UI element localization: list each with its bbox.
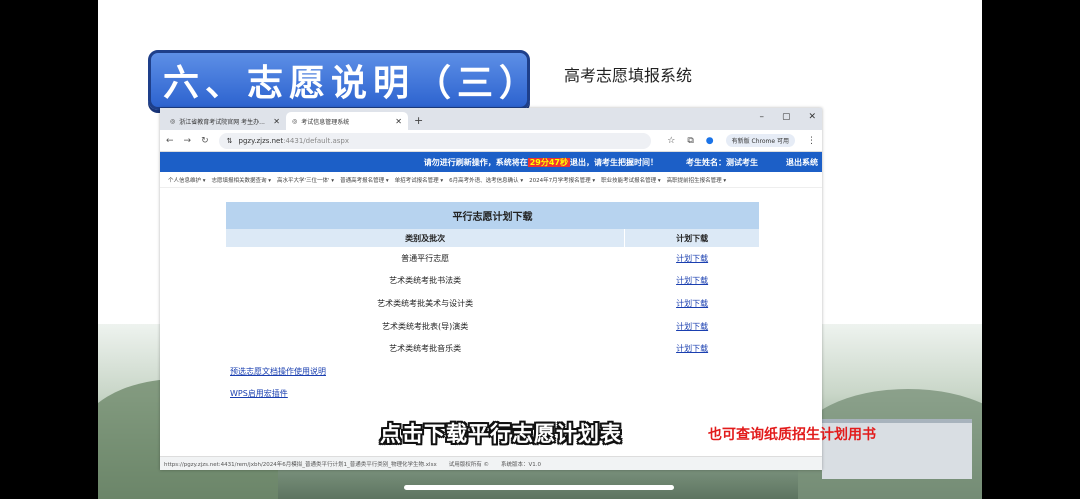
minimize-button[interactable]: – [759,112,764,122]
menu-kebab-icon[interactable]: ⋮ [807,136,816,146]
status-url: https://pgzy.zjzs.net:4431/rem/jxbh/2024… [164,461,437,468]
download-cell: 计划下载 [624,314,759,338]
forward-icon[interactable]: → [184,136,192,146]
download-link[interactable]: 计划下载 [676,344,708,353]
download-link[interactable]: 计划下载 [676,254,708,263]
category-cell: 艺术类统考批美术与设计类 [377,298,474,308]
site-info-icon[interactable]: ⇅ [227,137,233,145]
table-row: 艺术类统考批表(导)演类 计划下载 [226,314,759,338]
main-menu: 个人信息维护 ▾ 志愿填报相关数据查询 ▾ 高水平大学'三位一体' ▾ 普通高考… [160,172,822,188]
menu-item-data-query[interactable]: 志愿填报相关数据查询 ▾ [212,176,272,184]
table-row: 艺术类统考批美术与设计类 计划下载 [226,292,759,315]
url-field[interactable]: ⇅ pgzy.zjzs.net:4431/default.aspx [218,132,651,149]
tab-label: 考试信息管理系统 [301,118,350,126]
warning-text: 请勿进行刷新操作，系统将在 29分47秒 退出，请考生把握时间！ [423,157,658,167]
countdown-timer: 29分47秒 [527,157,570,167]
video-subtitle: 点击下载平行志愿计划表 [380,422,622,446]
candidate-name: 考生姓名：测试考生 [686,157,758,167]
menu-item-gaokao-registration[interactable]: 普通高考报名管理 ▾ [340,176,389,184]
plan-download-table: 平行志愿计划下载 类别及批次 计划下载 普通平行志愿 计划下载 艺术类统考批书法… [226,202,759,360]
globe-icon: ◎ [292,117,298,125]
new-tab-button[interactable]: + [408,114,429,130]
menu-item-vocational[interactable]: 职业技能考试报名管理 ▾ [601,176,661,184]
window-controls: – ▢ ✕ [759,112,816,122]
maximize-button[interactable]: ▢ [782,112,791,122]
session-warning-bar: 请勿进行刷新操作，系统将在 29分47秒 退出，请考生把握时间！ 考生姓名：测试考生… [160,152,822,172]
version-text: 系统版本：V1.0 [500,461,541,468]
address-bar-row: ← → ↻ ⇅ pgzy.zjzs.net:4431/default.aspx … [160,130,822,152]
bookmark-star-icon[interactable]: ☆ [667,136,675,146]
download-cell: 计划下载 [624,292,759,315]
tab-label: 浙江省教育考试院官网 考生办... [179,118,265,126]
column-header: 计划下载 [624,229,759,247]
menu-item-three-in-one[interactable]: 高水平大学'三位一体' ▾ [277,176,334,184]
copyright-text: 试用版权所有 © [448,461,489,468]
download-link[interactable]: 计划下载 [676,276,708,285]
side-note: 也可查询纸质招生计划用书 [708,427,876,443]
table-caption: 平行志愿计划下载 [226,202,759,229]
download-cell: 计划下载 [624,269,759,293]
download-link[interactable]: 计划下载 [676,322,708,331]
toolbar-right: ☆ ⧉ ● 有新版 Chrome 可用 ⋮ [667,134,816,147]
globe-icon: ◎ [170,117,176,125]
home-indicator [404,485,674,490]
download-link[interactable]: 计划下载 [676,299,708,308]
download-cell: 计划下载 [624,247,759,270]
close-tab-icon[interactable]: ✕ [273,117,280,126]
download-cell: 计划下载 [624,337,759,360]
menu-item-july-xuekao[interactable]: 2024年7月学考报名管理 ▾ [529,176,595,184]
category-cell: 普通平行志愿 [401,253,450,263]
category-cell: 艺术类统考批表(导)演类 [381,321,469,331]
column-header: 类别及批次 [226,229,625,247]
table-header-row: 类别及批次 计划下载 [226,229,759,247]
back-icon[interactable]: ← [166,136,174,146]
extensions-icon[interactable]: ⧉ [687,136,693,146]
browser-window: ◎ 浙江省教育考试院官网 考生办... ✕ ◎ 考试信息管理系统 ✕ + – ▢… [160,108,822,470]
logout-link[interactable]: 退出系统 [786,157,818,168]
table-row: 艺术类统考批音乐类 计划下载 [226,337,759,360]
wps-macro-link[interactable]: WPS启用宏插件 [230,388,288,399]
tab-exam-institute[interactable]: ◎ 浙江省教育考试院官网 考生办... ✕ [164,112,286,130]
profile-icon[interactable]: ● [706,136,714,146]
guide-link[interactable]: 预选志愿文档操作使用说明 [230,366,326,377]
menu-item-june-confirm[interactable]: 6月高考外语、选考信息确认 ▾ [449,176,523,184]
table-row: 艺术类统考批书法类 计划下载 [226,269,759,293]
url-host: pgzy.zjzs.net [238,136,284,145]
menu-item-higher-vocational[interactable]: 高职提前招生报名管理 ▾ [667,176,727,184]
url-path: :4431/default.aspx [283,136,350,145]
category-cell: 艺术类统考批音乐类 [389,344,462,354]
menu-item-profile[interactable]: 个人信息维护 ▾ [168,176,206,184]
close-tab-icon[interactable]: ✕ [395,117,402,126]
system-title: 高考志愿填报系统 [564,66,693,85]
tab-exam-system[interactable]: ◎ 考试信息管理系统 ✕ [286,112,408,130]
table-row: 普通平行志愿 计划下载 [226,247,759,270]
menu-item-single-exam[interactable]: 单招考试报名管理 ▾ [395,176,444,184]
tab-bar: ◎ 浙江省教育考试院官网 考生办... ✕ ◎ 考试信息管理系统 ✕ + – ▢… [160,108,822,130]
close-window-button[interactable]: ✕ [808,112,816,122]
slide-heading: 六、志愿说明（三） [148,50,535,110]
category-cell: 艺术类统考批书法类 [389,276,462,286]
status-bar: https://pgzy.zjzs.net:4431/rem/jxbh/2024… [160,456,822,470]
reload-icon[interactable]: ↻ [201,136,209,146]
update-chrome-button[interactable]: 有新版 Chrome 可用 [725,134,795,147]
